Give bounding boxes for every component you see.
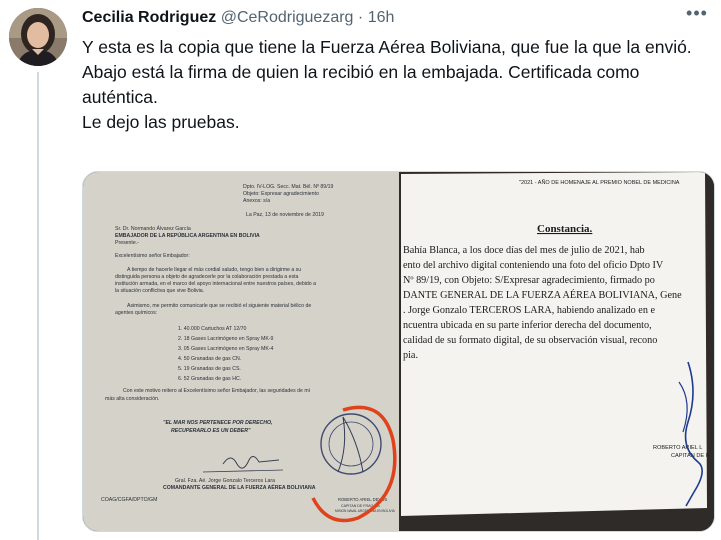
tweet-paragraph-1: Y esta es la copia que tiene la Fuerza A…: [82, 37, 692, 57]
left-body-5: Asimismo, me permito comunicarle que se …: [127, 303, 311, 309]
left-item-2: 2. 18 Gases Lacrimógeno en Spray MK-9: [178, 336, 274, 342]
right-line-5: . Jorge Gonzalo TERCEROS LARA, habiendo …: [403, 305, 655, 316]
left-ref-1: Dpto. IV-LOG. Secc. Mat. Bél. Nº 89/19: [243, 184, 334, 190]
left-motto-1: "EL MAR NOS PERTENECE POR DERECHO,: [163, 420, 273, 426]
author-name[interactable]: Cecilia Rodriguez: [82, 9, 216, 26]
author-handle[interactable]: @CeRodriguezarg: [221, 9, 354, 26]
tweet-paragraph-3: Le dejo las pruebas.: [82, 112, 240, 132]
left-footer-code: COAG/CGFA/DPTO/GM: [101, 497, 157, 503]
left-body-4: la situación conflictiva que vive Bolivi…: [115, 288, 204, 294]
avatar[interactable]: [9, 8, 67, 66]
tweet-paragraph-2: Abajo está la firma de quien la recibió …: [82, 62, 640, 107]
right-title: Constancia.: [537, 223, 593, 235]
left-salutation: Excelentísimo señor Embajador:: [115, 253, 190, 259]
left-signer-1: Gral. Fza. Aé. Jorge Gonzalo Terceros La…: [175, 478, 275, 484]
left-item-6: 6. 52 Granadas de gas HC.: [178, 376, 241, 382]
tweet-header: Cecilia Rodriguez @CeRodriguezarg · 16h: [82, 9, 394, 27]
tweet-media[interactable]: Dpto. IV-LOG. Secc. Mat. Bél. Nº 89/19 O…: [82, 171, 715, 532]
left-addressee-2: EMBAJADOR DE LA REPÚBLICA ARGENTINA EN B…: [115, 232, 260, 239]
right-line-8: pia.: [403, 350, 418, 361]
right-line-1: Bahía Blanca, a los doce días del mes de…: [403, 245, 645, 256]
left-item-4: 4. 50 Granadas de gas CN.: [178, 356, 241, 362]
left-body-2: distinguida persona a objeto de agradece…: [115, 274, 299, 280]
right-line-4: DANTE GENERAL DE LA FUERZA AÉREA BOLIVIA…: [403, 289, 682, 301]
right-line-2: ento del archivo digital conteniendo una…: [403, 260, 664, 271]
left-motto-2: RECUPERARLO ES UN DEBER": [171, 428, 251, 434]
timestamp[interactable]: 16h: [368, 9, 395, 26]
left-addressee-1: Sr. Dr. Normando Álvarez García: [115, 225, 191, 232]
left-ref-3: Anexos: s/a: [243, 198, 270, 204]
separator-dot: ·: [357, 9, 364, 26]
left-body-3: institución armada, en el marco del apoy…: [115, 281, 316, 287]
right-line-7: calidad de su formato digital, de su obs…: [403, 335, 657, 346]
left-closing-2: más alta consideración.: [105, 396, 160, 402]
right-header: "2021 - AÑO DE HOMENAJE AL PREMIO NOBEL …: [519, 179, 680, 186]
right-signature-1: ROBERTO ARIEL L: [653, 445, 702, 451]
left-signer-2: COMANDANTE GENERAL DE LA FUERZA AÉREA BO…: [163, 483, 316, 491]
document-photo: Dpto. IV-LOG. Secc. Mat. Bél. Nº 89/19 O…: [83, 172, 714, 531]
left-item-3: 3. 05 Gases Lacrimógeno en Spray MK-4: [178, 346, 274, 352]
more-options-icon[interactable]: •••: [683, 4, 711, 28]
avatar-image: [9, 8, 67, 66]
left-date: La Paz, 13 de noviembre de 2019: [246, 212, 324, 218]
right-line-3: Nº 89/19, con Objeto: S/Expresar agradec…: [403, 275, 655, 286]
thread-line: [37, 72, 39, 540]
left-addressee-3: Presente.-: [115, 240, 139, 246]
left-body-6: agentes químicos:: [115, 310, 157, 316]
left-item-5: 5. 19 Granadas de gas CS.: [178, 366, 241, 372]
left-body-1: A tiempo de hacerle llegar el más cordia…: [127, 267, 301, 273]
left-closing-1: Con este motivo reitero al Excelentísimo…: [123, 388, 310, 394]
tweet-text: Y esta es la copia que tiene la Fuerza A…: [82, 35, 697, 135]
right-line-6: ncuentra ubicada en su parte inferior de…: [403, 320, 652, 331]
left-item-1: 1. 40.000 Cartuchos AT 12/70: [178, 326, 247, 332]
left-ref-2: Objeto: Expresar agradecimiento: [243, 191, 319, 197]
